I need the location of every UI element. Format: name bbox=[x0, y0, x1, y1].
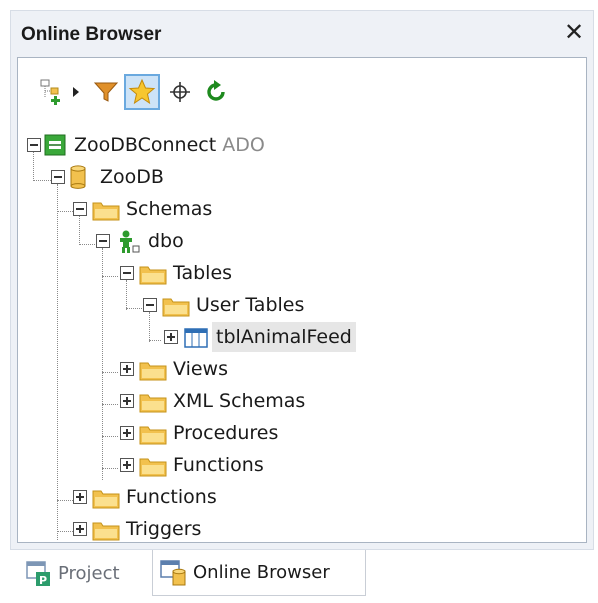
project-icon: P bbox=[26, 561, 50, 587]
expand-toggle[interactable] bbox=[73, 522, 87, 536]
panel-title: Online Browser bbox=[21, 24, 162, 45]
connection-type: ADO bbox=[222, 134, 265, 156]
table-animal-feed-label: tblAnimalFeed bbox=[212, 322, 356, 352]
procedures-label: Procedures bbox=[173, 422, 279, 444]
close-icon[interactable]: ✕ bbox=[561, 19, 587, 45]
folder-icon bbox=[139, 266, 167, 285]
tree-container: ZooDBConnect ADO ZooDB Schemas dbo Table… bbox=[17, 57, 587, 543]
tree-node-xml-schemas[interactable]: XML Schemas bbox=[18, 386, 578, 416]
collapse-toggle[interactable] bbox=[120, 266, 134, 280]
folder-icon bbox=[139, 426, 167, 445]
tree-node-user-tables[interactable]: User Tables bbox=[18, 290, 578, 320]
collapse-toggle[interactable] bbox=[143, 298, 157, 312]
expand-toggle[interactable] bbox=[164, 330, 178, 344]
collapse-toggle[interactable] bbox=[73, 202, 87, 216]
tables-label: Tables bbox=[173, 262, 233, 284]
expand-toggle[interactable] bbox=[73, 490, 87, 504]
expand-toggle[interactable] bbox=[120, 458, 134, 472]
tree-node-schemas[interactable]: Schemas bbox=[18, 194, 578, 224]
triggers-label: Triggers bbox=[126, 518, 202, 540]
database-icon bbox=[70, 165, 86, 189]
database-label: ZooDB bbox=[100, 166, 164, 188]
folder-icon bbox=[139, 458, 167, 477]
views-label: Views bbox=[173, 358, 228, 380]
collapse-toggle[interactable] bbox=[27, 138, 41, 152]
tree-node-database[interactable]: ZooDB bbox=[18, 162, 578, 192]
online-browser-panel: Online Browser ✕ ZooDBConnect ADO ZooDB … bbox=[10, 10, 594, 550]
panel-titlebar: Online Browser ✕ bbox=[11, 11, 593, 55]
folder-icon bbox=[139, 394, 167, 413]
tab-online-browser[interactable]: Online Browser bbox=[152, 550, 366, 596]
folder-icon bbox=[162, 298, 190, 317]
tab-online-browser-label: Online Browser bbox=[193, 562, 330, 583]
tree-node-functions-dbo[interactable]: Functions bbox=[18, 450, 578, 480]
tree-node-triggers[interactable]: Triggers bbox=[18, 514, 578, 544]
collapse-toggle[interactable] bbox=[96, 234, 110, 248]
folder-icon bbox=[92, 490, 120, 509]
schema-user-icon bbox=[120, 230, 140, 253]
folder-icon bbox=[92, 202, 120, 221]
tree-node-table-animal-feed[interactable]: tblAnimalFeed bbox=[18, 322, 578, 352]
table-icon bbox=[184, 328, 208, 348]
functions-dbo-label: Functions bbox=[173, 454, 264, 476]
tree-view: ZooDBConnect ADO ZooDB Schemas dbo Table… bbox=[18, 58, 586, 542]
connection-label: ZooDBConnect ADO bbox=[74, 134, 265, 156]
tree-node-tables[interactable]: Tables bbox=[18, 258, 578, 288]
tree-node-connection[interactable]: ZooDBConnect ADO bbox=[18, 130, 578, 160]
functions-db-label: Functions bbox=[126, 486, 217, 508]
connection-icon bbox=[44, 134, 66, 156]
schemas-label: Schemas bbox=[126, 198, 213, 220]
xml-schemas-label: XML Schemas bbox=[173, 390, 306, 412]
user-tables-label: User Tables bbox=[196, 294, 305, 316]
bottom-tab-bar: P Project Online Browser bbox=[10, 550, 594, 600]
tab-project[interactable]: P Project bbox=[24, 550, 150, 596]
expand-toggle[interactable] bbox=[120, 394, 134, 408]
tree-node-views[interactable]: Views bbox=[18, 354, 578, 384]
tree-node-schema-dbo[interactable]: dbo bbox=[18, 226, 578, 256]
expand-toggle[interactable] bbox=[120, 426, 134, 440]
tree-node-procedures[interactable]: Procedures bbox=[18, 418, 578, 448]
collapse-toggle[interactable] bbox=[51, 170, 65, 184]
tree-node-functions-db[interactable]: Functions bbox=[18, 482, 578, 512]
svg-text:P: P bbox=[39, 574, 47, 587]
tab-project-label: Project bbox=[58, 562, 120, 584]
schema-dbo-label: dbo bbox=[148, 230, 184, 252]
expand-toggle[interactable] bbox=[120, 362, 134, 376]
online-browser-icon bbox=[160, 559, 186, 585]
folder-icon bbox=[92, 522, 120, 541]
folder-icon bbox=[139, 362, 167, 381]
